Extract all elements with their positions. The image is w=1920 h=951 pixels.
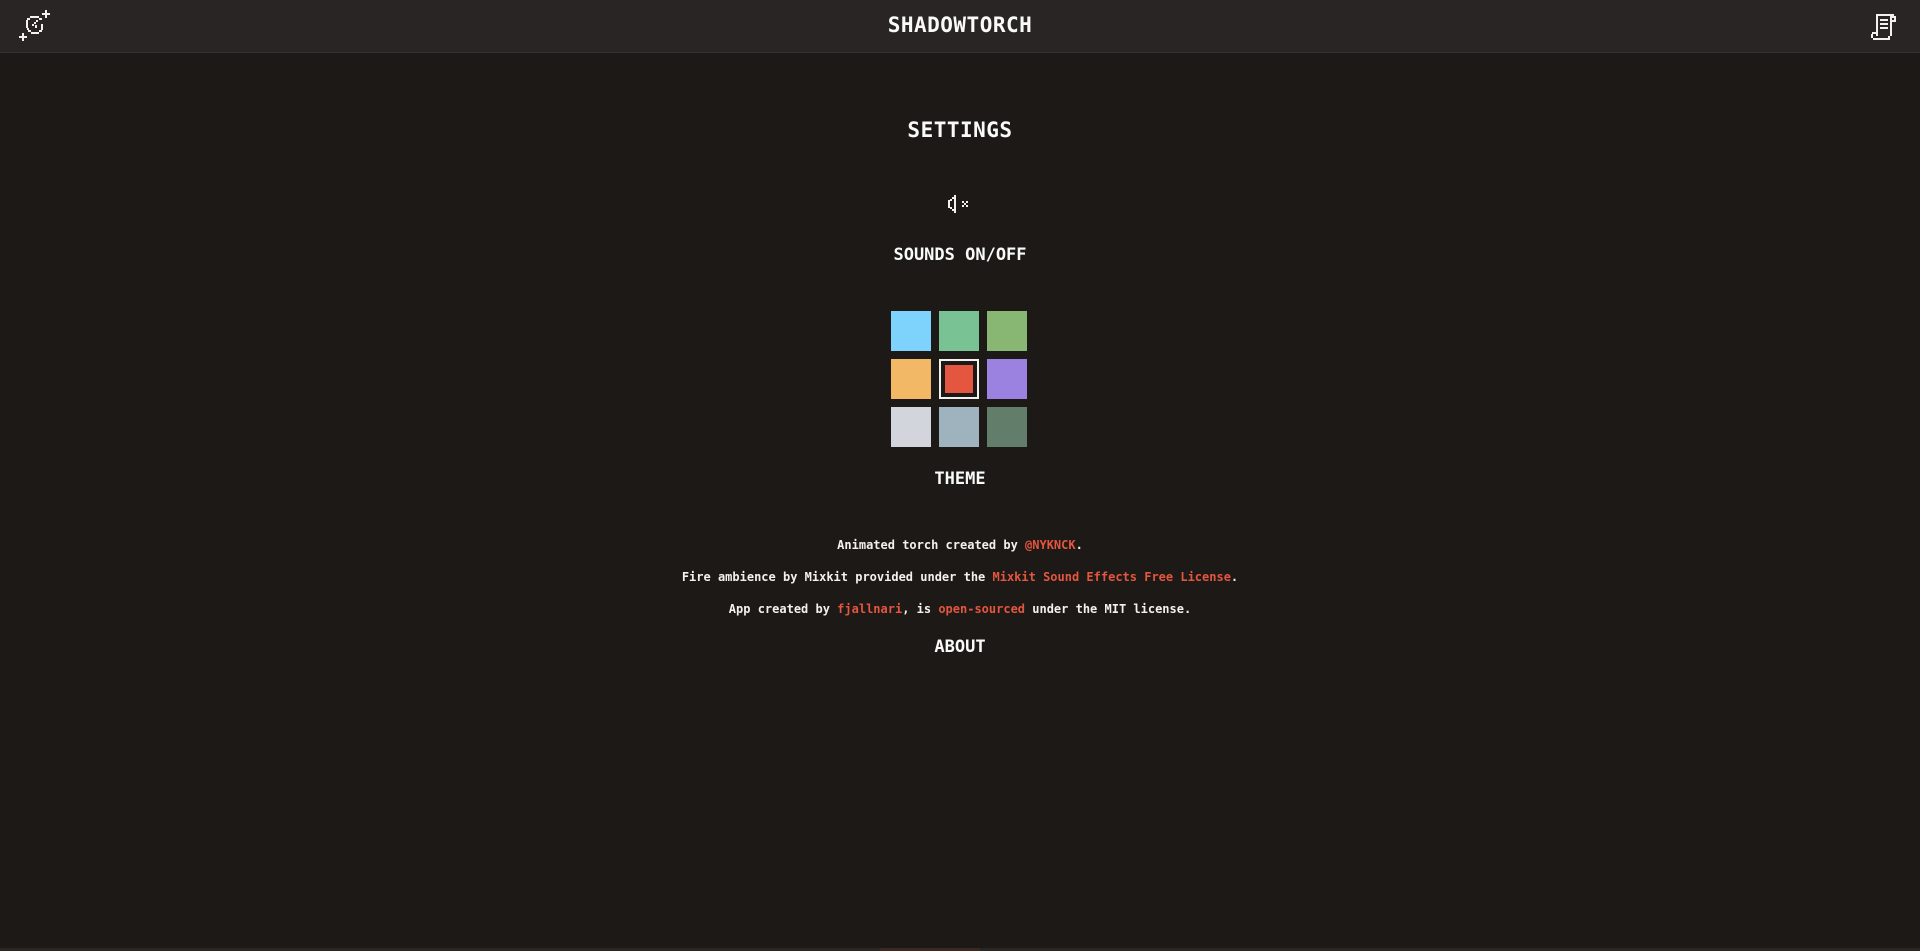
theme-swatch[interactable] [891, 359, 931, 399]
theme-swatch[interactable] [891, 407, 931, 447]
credit-sound-end: . [1230, 570, 1239, 584]
nyknck-link[interactable]: @NYKNCK [1025, 538, 1076, 552]
theme-swatch[interactable] [987, 407, 1027, 447]
credit-app-middle: , is [902, 602, 939, 616]
theme-swatch[interactable] [891, 311, 931, 351]
theme-label: THEME [934, 469, 986, 489]
about-label: ABOUT [934, 637, 986, 657]
open-sourced-link[interactable]: open-sourced [938, 602, 1025, 616]
fjallnari-link[interactable]: fjallnari [837, 602, 902, 616]
theme-swatch[interactable] [987, 359, 1027, 399]
app-title: SHADOWTORCH [887, 13, 1033, 37]
settings-title: SETTINGS [907, 118, 1013, 142]
credit-sound-text: Fire ambience by Mixkit provided under t… [681, 570, 993, 584]
credit-app-text: App created by [728, 602, 838, 616]
credit-torch-end: . [1075, 538, 1083, 552]
theme-swatch[interactable] [939, 311, 979, 351]
theme-swatch-selected[interactable] [939, 359, 979, 399]
scroll-settings-icon[interactable] [1866, 8, 1902, 44]
credit-app: App created by fjallnari, is open-source… [0, 602, 1920, 616]
credit-torch: Animated torch created by @NYKNCK. [0, 538, 1920, 552]
credit-sound: Fire ambience by Mixkit provided under t… [0, 570, 1920, 584]
sound-off-icon[interactable] [944, 188, 976, 220]
top-bar: SHADOWTORCH [0, 0, 1920, 53]
theme-swatch[interactable] [987, 311, 1027, 351]
credit-app-end: under the MIT license. [1025, 602, 1192, 616]
theme-swatch[interactable] [939, 407, 979, 447]
sounds-toggle-label[interactable]: SOUNDS ON/OFF [0, 245, 1920, 265]
theme-swatch-grid [891, 311, 1029, 449]
credit-torch-text: Animated torch created by [837, 538, 1026, 552]
mixkit-license-link[interactable]: Mixkit Sound Effects Free License [993, 570, 1231, 584]
